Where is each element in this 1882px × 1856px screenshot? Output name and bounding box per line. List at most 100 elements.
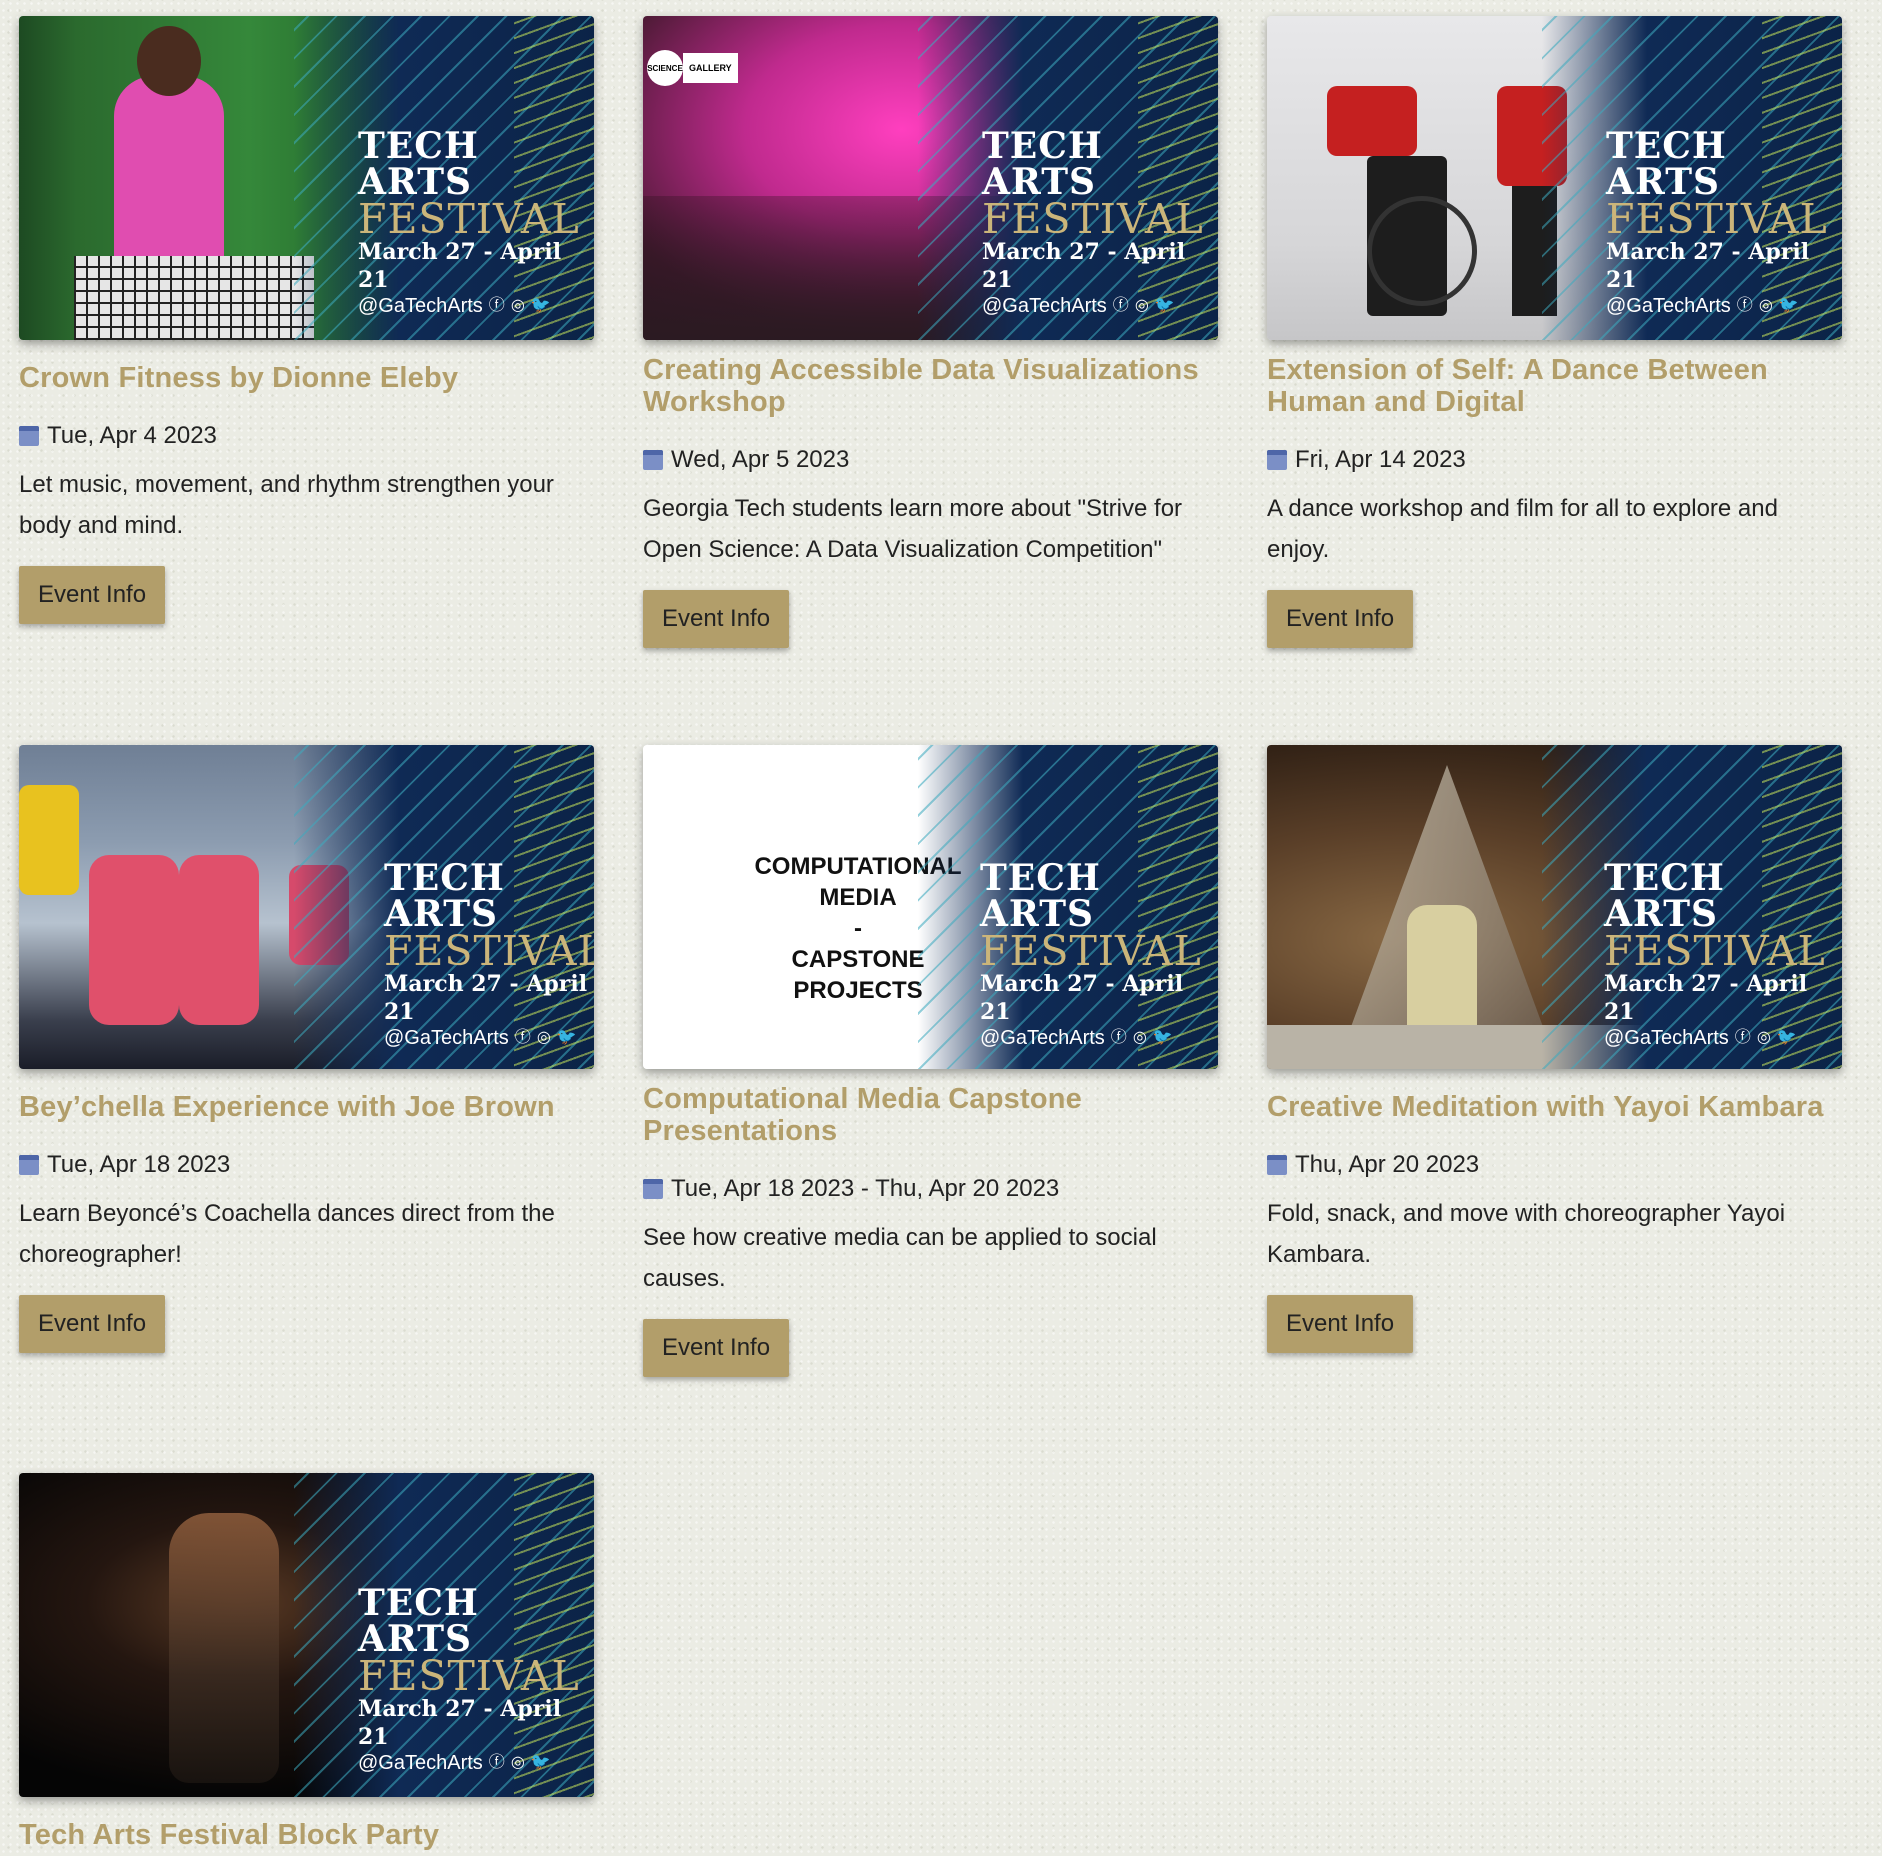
festival-banner: TECH ARTS FESTIVAL March 27 - April 21 @… bbox=[1542, 16, 1842, 340]
event-description: Georgia Tech students learn more about "… bbox=[643, 495, 1183, 563]
calendar-icon bbox=[1267, 1155, 1287, 1175]
festival-banner: TECH ARTS FESTIVAL March 27 - April 21 @… bbox=[294, 1473, 594, 1797]
event-date-row: Tue, Apr 4 2023 bbox=[19, 422, 594, 450]
banner-dates: March 27 - April 21 bbox=[980, 971, 1184, 1025]
banner-handle: @GaTechArts bbox=[358, 295, 483, 317]
event-date-row: Fri, Apr 14 2023 bbox=[1267, 446, 1842, 474]
event-title[interactable]: Crown Fitness by Dionne Eleby bbox=[19, 362, 594, 394]
instagram-icon: ◎ bbox=[536, 1029, 551, 1046]
event-date-row: Tue, Apr 18 2023 - Thu, Apr 20 2023 bbox=[643, 1175, 1218, 1203]
twitter-icon: 🐦 bbox=[1778, 297, 1799, 314]
facebook-icon: ⓕ bbox=[1736, 297, 1753, 314]
banner-title: TECH ARTS bbox=[980, 857, 1101, 935]
event-card: COMPUTATIONAL MEDIA - CAPSTONE PROJECTS … bbox=[643, 745, 1218, 1377]
banner-title: TECH ARTS bbox=[384, 857, 505, 935]
event-image[interactable]: TECH ARTS FESTIVAL March 27 - April 21 @… bbox=[19, 16, 594, 340]
banner-handle-row: @GaTechArts ⓕ ◎ 🐦 bbox=[982, 294, 1192, 318]
banner-dates: March 27 - April 21 bbox=[358, 1696, 562, 1750]
event-description: Fold, snack, and move with choreographer… bbox=[1267, 1200, 1786, 1268]
banner-title: TECH ARTS bbox=[1606, 125, 1727, 203]
festival-banner: TECH ARTS FESTIVAL March 27 - April 21 @… bbox=[1542, 745, 1842, 1069]
festival-banner: TECH ARTS FESTIVAL March 27 - April 21 @… bbox=[918, 16, 1218, 340]
event-info-button[interactable]: Event Info bbox=[1267, 590, 1414, 648]
twitter-icon: 🐦 bbox=[556, 1029, 577, 1046]
banner-dates: March 27 - April 21 bbox=[384, 971, 588, 1025]
event-image[interactable]: TECH ARTS FESTIVAL March 27 - April 21 @… bbox=[1267, 745, 1842, 1069]
event-info-button[interactable]: Event Info bbox=[1267, 1295, 1414, 1353]
instagram-icon: ◎ bbox=[1132, 1029, 1147, 1046]
calendar-icon bbox=[643, 1179, 663, 1199]
calendar-icon bbox=[19, 426, 39, 446]
banner-title: TECH ARTS bbox=[358, 125, 479, 203]
event-image[interactable]: COMPUTATIONAL MEDIA - CAPSTONE PROJECTS … bbox=[643, 745, 1218, 1069]
calendar-icon bbox=[643, 450, 663, 470]
banner-subtitle: FESTIVAL bbox=[1604, 927, 1826, 975]
event-title[interactable]: Computational Media Capstone Presentatio… bbox=[643, 1083, 1218, 1147]
facebook-icon: ⓕ bbox=[488, 1754, 505, 1771]
event-date: Fri, Apr 14 2023 bbox=[1295, 446, 1466, 473]
event-info-button[interactable]: Event Info bbox=[19, 566, 166, 624]
event-card: TECH ARTS FESTIVAL March 27 - April 21 @… bbox=[19, 16, 594, 624]
event-info-button[interactable]: Event Info bbox=[643, 1319, 790, 1377]
facebook-icon: ⓕ bbox=[1734, 1029, 1751, 1046]
instagram-icon: ◎ bbox=[510, 1754, 525, 1771]
instagram-icon: ◎ bbox=[1758, 297, 1773, 314]
event-date-row: Thu, Apr 20 2023 bbox=[1267, 1151, 1842, 1179]
banner-dates: March 27 - April 21 bbox=[358, 239, 562, 293]
facebook-icon: ⓕ bbox=[514, 1029, 531, 1046]
event-image[interactable]: TECH ARTS FESTIVAL March 27 - April 21 @… bbox=[1267, 16, 1842, 340]
banner-title: TECH ARTS bbox=[1604, 857, 1725, 935]
banner-handle: @GaTechArts bbox=[358, 1752, 483, 1774]
instagram-icon: ◎ bbox=[1756, 1029, 1771, 1046]
banner-subtitle: FESTIVAL bbox=[358, 1652, 580, 1700]
event-description: Let music, movement, and rhythm strength… bbox=[19, 471, 554, 539]
twitter-icon: 🐦 bbox=[1776, 1029, 1797, 1046]
banner-handle: @GaTechArts bbox=[980, 1027, 1105, 1049]
banner-subtitle: FESTIVAL bbox=[980, 927, 1202, 975]
event-title[interactable]: Bey’chella Experience with Joe Brown bbox=[19, 1091, 594, 1123]
banner-handle-row: @GaTechArts ⓕ ◎ 🐦 bbox=[384, 1026, 594, 1050]
banner-handle-row: @GaTechArts ⓕ ◎ 🐦 bbox=[1606, 294, 1816, 318]
banner-handle-row: @GaTechArts ⓕ ◎ 🐦 bbox=[358, 294, 568, 318]
festival-banner: TECH ARTS FESTIVAL March 27 - April 21 @… bbox=[918, 745, 1218, 1069]
banner-subtitle: FESTIVAL bbox=[982, 195, 1204, 243]
event-image[interactable]: SCIENCE GALLERY TECH ARTS FESTIVAL March… bbox=[643, 16, 1218, 340]
banner-handle: @GaTechArts bbox=[384, 1027, 509, 1049]
banner-handle-row: @GaTechArts ⓕ ◎ 🐦 bbox=[980, 1026, 1190, 1050]
facebook-icon: ⓕ bbox=[1110, 1029, 1127, 1046]
event-image[interactable]: TECH ARTS FESTIVAL March 27 - April 21 @… bbox=[19, 1473, 594, 1797]
event-image[interactable]: TECH ARTS FESTIVAL March 27 - April 21 @… bbox=[19, 745, 594, 1069]
banner-handle: @GaTechArts bbox=[982, 295, 1107, 317]
banner-subtitle: FESTIVAL bbox=[384, 927, 594, 975]
banner-dates: March 27 - April 21 bbox=[1606, 239, 1810, 293]
event-title[interactable]: Tech Arts Festival Block Party bbox=[19, 1819, 594, 1851]
event-info-button[interactable]: Event Info bbox=[19, 1295, 166, 1353]
twitter-icon: 🐦 bbox=[530, 1754, 551, 1771]
event-date: Tue, Apr 4 2023 bbox=[47, 422, 217, 449]
banner-dates: March 27 - April 21 bbox=[1604, 971, 1808, 1025]
facebook-icon: ⓕ bbox=[1112, 297, 1129, 314]
banner-title: TECH ARTS bbox=[358, 1582, 479, 1660]
twitter-icon: 🐦 bbox=[1154, 297, 1175, 314]
banner-handle: @GaTechArts bbox=[1606, 295, 1731, 317]
event-date-row: Wed, Apr 5 2023 bbox=[643, 446, 1218, 474]
banner-dates: March 27 - April 21 bbox=[982, 239, 1186, 293]
event-title[interactable]: Extension of Self: A Dance Between Human… bbox=[1267, 354, 1842, 418]
event-title[interactable]: Creating Accessible Data Visualizations … bbox=[643, 354, 1218, 418]
twitter-icon: 🐦 bbox=[1152, 1029, 1173, 1046]
instagram-icon: ◎ bbox=[510, 297, 525, 314]
banner-handle: @GaTechArts bbox=[1604, 1027, 1729, 1049]
event-title[interactable]: Creative Meditation with Yayoi Kambara bbox=[1267, 1091, 1842, 1123]
event-info-button[interactable]: Event Info bbox=[643, 590, 790, 648]
banner-handle-row: @GaTechArts ⓕ ◎ 🐦 bbox=[358, 1751, 568, 1775]
event-date: Wed, Apr 5 2023 bbox=[671, 446, 850, 473]
event-date: Tue, Apr 18 2023 bbox=[47, 1151, 231, 1178]
event-description: See how creative media can be applied to… bbox=[643, 1224, 1157, 1292]
banner-title: TECH ARTS bbox=[982, 125, 1103, 203]
event-date-row: Tue, Apr 18 2023 bbox=[19, 1151, 594, 1179]
event-description: A dance workshop and film for all to exp… bbox=[1267, 495, 1778, 563]
calendar-icon bbox=[1267, 450, 1287, 470]
instagram-icon: ◎ bbox=[1134, 297, 1149, 314]
event-card: TECH ARTS FESTIVAL March 27 - April 21 @… bbox=[19, 1473, 594, 1851]
event-date: Tue, Apr 18 2023 - Thu, Apr 20 2023 bbox=[671, 1175, 1060, 1202]
